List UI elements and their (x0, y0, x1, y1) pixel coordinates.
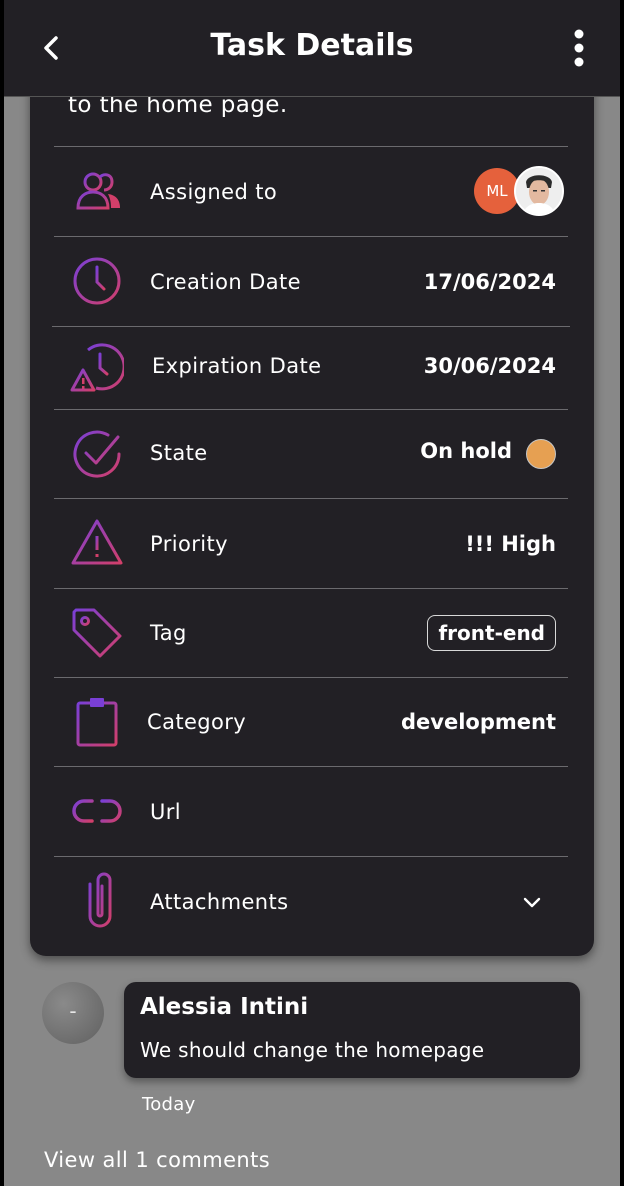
state-row[interactable]: State On hold (54, 409, 568, 498)
priority-label: Priority (150, 532, 228, 556)
clipboard-icon (76, 698, 118, 747)
more-vert-icon[interactable] (572, 28, 586, 68)
warning-triangle-icon (71, 519, 123, 565)
assignee-avatar-photo[interactable] (514, 166, 564, 216)
state-label: State (150, 441, 208, 465)
priority-row: Priority !!! High (54, 498, 568, 588)
url-row[interactable]: Url (54, 766, 568, 856)
expiration-date-row: Expiration Date 30/06/2024 (54, 326, 568, 409)
assigned-row[interactable]: Assigned to ML (54, 146, 568, 236)
category-label: Category (147, 710, 247, 734)
creation-date-value: 17/06/2024 (423, 270, 556, 294)
url-label: Url (150, 800, 182, 824)
person-photo-icon (516, 168, 562, 214)
creation-date-row: Creation Date 17/06/2024 (54, 236, 568, 326)
comment-bubble: Alessia Intini We should change the home… (124, 982, 580, 1078)
creation-date-label: Creation Date (150, 270, 301, 294)
expiration-date-value: 30/06/2024 (423, 354, 556, 378)
page-title: Task Details (210, 28, 414, 63)
task-details-card: to the home page. Assigned to ML Creatio… (30, 60, 594, 956)
assigned-label: Assigned to (150, 180, 278, 204)
view-all-comments-link[interactable]: View all 1 comments (44, 1148, 270, 1172)
priority-value: !!! High (465, 532, 556, 556)
category-row: Category development (54, 677, 568, 766)
category-value: development (401, 710, 556, 734)
link-icon (72, 799, 122, 823)
comment-avatar: - (42, 982, 104, 1044)
state-color-dot (526, 439, 556, 469)
expiration-date-label: Expiration Date (152, 354, 322, 378)
comment-author: Alessia Intini (140, 994, 309, 1020)
comment-time: Today (142, 1094, 196, 1115)
screen: to the home page. Assigned to ML Creatio… (4, 0, 620, 1186)
paperclip-icon (88, 872, 112, 928)
state-value: On hold (420, 439, 512, 463)
comment-text: We should change the homepage (140, 1038, 485, 1062)
clock-warning-icon (70, 343, 124, 392)
app-bar: Task Details (4, 0, 620, 97)
clock-icon (73, 257, 121, 305)
attachments-row[interactable]: Attachments (54, 856, 568, 946)
tag-label: Tag (150, 621, 187, 645)
check-circle-icon (73, 430, 121, 478)
tag-row: Tag front-end (54, 588, 568, 677)
tag-chip[interactable]: front-end (427, 615, 556, 651)
tag-icon (72, 608, 122, 658)
users-icon (76, 172, 120, 210)
chevron-down-icon[interactable] (520, 890, 544, 914)
attachments-label: Attachments (150, 890, 289, 914)
